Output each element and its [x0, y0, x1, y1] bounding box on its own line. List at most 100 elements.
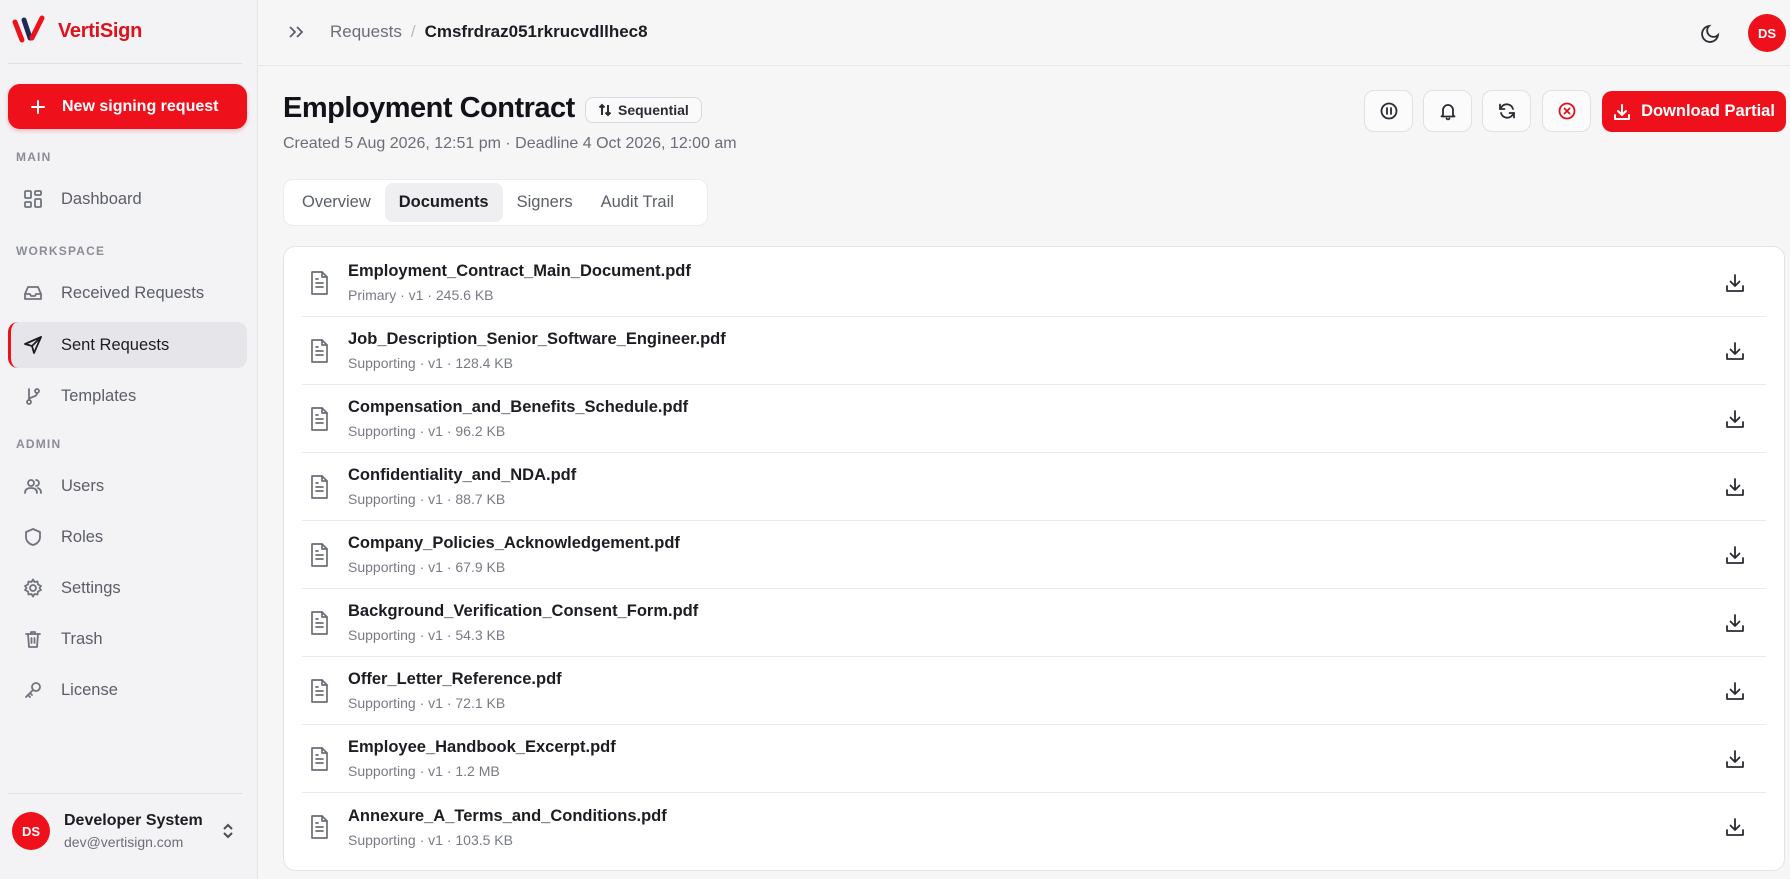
vertisign-logo-icon — [12, 15, 45, 43]
bell-icon — [1440, 104, 1455, 121]
users-icon — [24, 479, 42, 494]
document-name: Compensation_and_Benefits_Schedule.pdf — [348, 398, 689, 416]
sidebar-item-trash[interactable]: Trash — [8, 616, 247, 662]
sidebar-item-license[interactable]: License — [8, 667, 247, 713]
signing-mode-badge: Sequential — [585, 97, 702, 123]
moon-icon[interactable] — [1700, 22, 1722, 44]
tab-documents[interactable]: Documents — [384, 183, 503, 222]
divider — [8, 63, 243, 64]
sidebar-item-users[interactable]: Users — [8, 463, 247, 509]
sort-arrows-icon — [598, 103, 612, 117]
section-label-workspace: WORKSPACE — [16, 244, 106, 258]
list-item[interactable]: Job_Description_Senior_Software_Engineer… — [302, 317, 1766, 385]
signing-mode-label: Sequential — [618, 102, 689, 118]
expand-sidebar-icon[interactable] — [286, 22, 306, 42]
sidebar-item-label: Templates — [61, 386, 137, 405]
cancel-request-button[interactable] — [1542, 90, 1591, 132]
sidebar-item-templates[interactable]: Templates — [8, 373, 247, 419]
download-icon[interactable] — [1724, 748, 1746, 770]
document-name: Employee_Handbook_Excerpt.pdf — [348, 738, 616, 756]
download-icon[interactable] — [1724, 544, 1746, 566]
file-text-icon — [311, 406, 328, 431]
branch-icon — [26, 388, 40, 405]
document-list: Employment_Contract_Main_Document.pdf Pr… — [283, 246, 1785, 871]
document-name: Company_Policies_Acknowledgement.pdf — [348, 534, 680, 552]
file-text-icon — [311, 678, 328, 703]
user-menu[interactable]: DS Developer System dev@vertisign.com — [12, 812, 242, 850]
list-item[interactable]: Company_Policies_Acknowledgement.pdf Sup… — [302, 521, 1766, 589]
file-text-icon — [311, 542, 328, 567]
shield-icon — [25, 528, 41, 546]
close-circle-icon — [1558, 102, 1575, 120]
download-icon[interactable] — [1724, 272, 1746, 294]
user-email: dev@vertisign.com — [64, 834, 184, 850]
list-item[interactable]: Offer_Letter_Reference.pdf Supporting · … — [302, 657, 1766, 725]
list-item[interactable]: Employment_Contract_Main_Document.pdf Pr… — [302, 249, 1766, 317]
sidebar-item-label: Sent Requests — [61, 335, 170, 354]
document-name: Job_Description_Senior_Software_Engineer… — [348, 330, 726, 348]
document-meta: Supporting · v1 · 67.9 KB — [348, 559, 506, 575]
refresh-button[interactable] — [1482, 90, 1531, 132]
section-label-admin: ADMIN — [16, 437, 62, 451]
pause-icon — [1380, 102, 1397, 120]
tab-audit-trail[interactable]: Audit Trail — [587, 183, 688, 222]
list-item[interactable]: Background_Verification_Consent_Form.pdf… — [302, 589, 1766, 657]
sidebar-item-sent-requests[interactable]: Sent Requests — [8, 322, 247, 368]
sidebar-item-dashboard[interactable]: Dashboard — [8, 176, 247, 222]
user-name: Developer System — [64, 812, 203, 829]
remind-button[interactable] — [1423, 90, 1472, 132]
download-icon[interactable] — [1724, 612, 1746, 634]
gear-icon — [24, 578, 42, 598]
divider — [8, 793, 243, 794]
document-meta: Primary · v1 · 245.6 KB — [348, 287, 494, 303]
download-icon[interactable] — [1724, 408, 1746, 430]
breadcrumb: Requests / Cmsfrdraz051rkrucvdllhec8 — [330, 22, 648, 42]
download-icon[interactable] — [1724, 680, 1746, 702]
tab-bar: Overview Documents Signers Audit Trail — [283, 179, 708, 226]
list-item[interactable]: Confidentiality_and_NDA.pdf Supporting ·… — [302, 453, 1766, 521]
tab-signers[interactable]: Signers — [503, 183, 587, 222]
inbox-icon — [24, 286, 42, 300]
avatar[interactable]: DS — [1748, 14, 1786, 52]
breadcrumb-requests[interactable]: Requests — [330, 22, 402, 42]
sidebar-item-roles[interactable]: Roles — [8, 514, 247, 560]
document-name: Confidentiality_and_NDA.pdf — [348, 466, 577, 484]
pause-button[interactable] — [1364, 90, 1413, 132]
plus-icon — [31, 99, 45, 114]
document-meta: Supporting · v1 · 88.7 KB — [348, 491, 506, 507]
sidebar-item-settings[interactable]: Settings — [8, 565, 247, 611]
sidebar-item-received-requests[interactable]: Received Requests — [8, 270, 247, 316]
sidebar-item-label: License — [61, 680, 118, 699]
document-meta: Supporting · v1 · 128.4 KB — [348, 355, 513, 371]
sidebar-item-label: Received Requests — [61, 283, 205, 302]
download-icon[interactable] — [1724, 816, 1746, 838]
file-text-icon — [311, 474, 328, 499]
sidebar: VertiSign New signing request MAIN Dashb… — [0, 0, 258, 879]
file-text-icon — [311, 270, 328, 295]
sidebar-item-label: Roles — [61, 527, 104, 546]
refresh-icon — [1498, 103, 1515, 119]
avatar: DS — [12, 812, 50, 850]
tab-overview[interactable]: Overview — [288, 183, 385, 222]
list-item[interactable]: Annexure_A_Terms_and_Conditions.pdf Supp… — [302, 793, 1766, 861]
download-icon[interactable] — [1724, 340, 1746, 362]
document-name: Annexure_A_Terms_and_Conditions.pdf — [348, 806, 667, 825]
file-text-icon — [311, 815, 328, 839]
download-icon[interactable] — [1724, 476, 1746, 498]
new-signing-request-button[interactable]: New signing request — [8, 84, 247, 129]
trash-icon — [25, 631, 41, 648]
document-meta: Supporting · v1 · 72.1 KB — [348, 695, 506, 711]
breadcrumb-separator: / — [410, 22, 416, 41]
document-meta: Supporting · v1 · 1.2 MB — [348, 763, 500, 779]
file-text-icon — [311, 338, 328, 363]
download-partial-button[interactable]: Download Partial — [1602, 91, 1786, 132]
key-icon — [25, 682, 41, 698]
file-text-icon — [311, 610, 328, 635]
brand-name: VertiSign — [58, 19, 142, 42]
document-name: Employment_Contract_Main_Document.pdf — [348, 262, 691, 280]
brand[interactable]: VertiSign — [12, 14, 142, 48]
page-title: Employment Contract — [283, 92, 575, 124]
list-item[interactable]: Compensation_and_Benefits_Schedule.pdf S… — [302, 385, 1766, 453]
list-item[interactable]: Employee_Handbook_Excerpt.pdf Supporting… — [302, 725, 1766, 793]
new-signing-request-label: New signing request — [62, 97, 219, 115]
